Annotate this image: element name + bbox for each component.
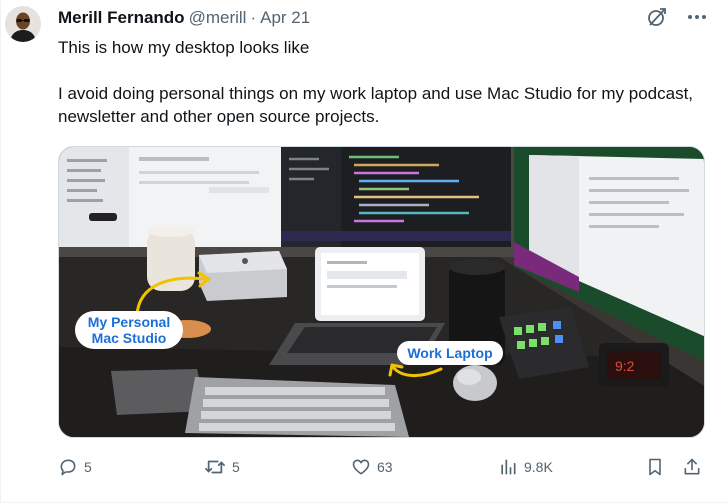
share-button[interactable] (682, 455, 702, 479)
reply-count: 5 (84, 459, 92, 475)
separator-dot: · (250, 8, 257, 27)
desk-setup-photo: 9:2 My Personal Mac Studio Work Laptop (59, 147, 704, 437)
reply-icon (58, 457, 78, 477)
views-icon (498, 457, 518, 477)
tweet-text-line1: This is how my desktop looks like (58, 38, 310, 57)
tweet-top-actions (644, 6, 710, 28)
author-name[interactable]: Merill Fernando (58, 8, 185, 28)
tweet-text: This is how my desktop looks like I avoi… (58, 36, 713, 128)
tweet-date[interactable]: Apr 21 (260, 8, 310, 28)
tweet-action-bar: 5 5 63 9.8K (58, 455, 713, 479)
like-icon (351, 457, 371, 477)
author-handle[interactable]: @merill (189, 8, 247, 28)
like-count: 63 (377, 459, 393, 475)
tweet-card[interactable]: Merill Fernando @merill · Apr 21 This is… (0, 0, 728, 503)
views-count: 9.8K (524, 459, 553, 475)
callout-personal-line1: My Personal (88, 314, 170, 330)
tweet-text-line2: I avoid doing personal things on my work… (58, 84, 694, 126)
more-icon[interactable] (684, 6, 710, 28)
bookmark-icon (645, 457, 665, 477)
views-button[interactable]: 9.8K (498, 455, 553, 479)
tweet-media-image[interactable]: 9:2 My Personal Mac Studio Work Laptop (58, 146, 705, 438)
repost-icon (204, 457, 226, 477)
share-icon (682, 457, 702, 477)
callout-work-laptop: Work Laptop (407, 345, 492, 361)
repost-count: 5 (232, 459, 240, 475)
svg-text:9:2: 9:2 (615, 358, 635, 374)
like-button[interactable]: 63 (351, 455, 393, 479)
callout-personal-line2: Mac Studio (92, 330, 167, 346)
repost-button[interactable]: 5 (204, 455, 240, 479)
tweet-header: Merill Fernando @merill · Apr 21 (58, 7, 310, 29)
grok-icon[interactable] (644, 6, 670, 28)
bookmark-button[interactable] (645, 455, 665, 479)
reply-button[interactable]: 5 (58, 455, 92, 479)
avatar[interactable] (5, 6, 41, 42)
